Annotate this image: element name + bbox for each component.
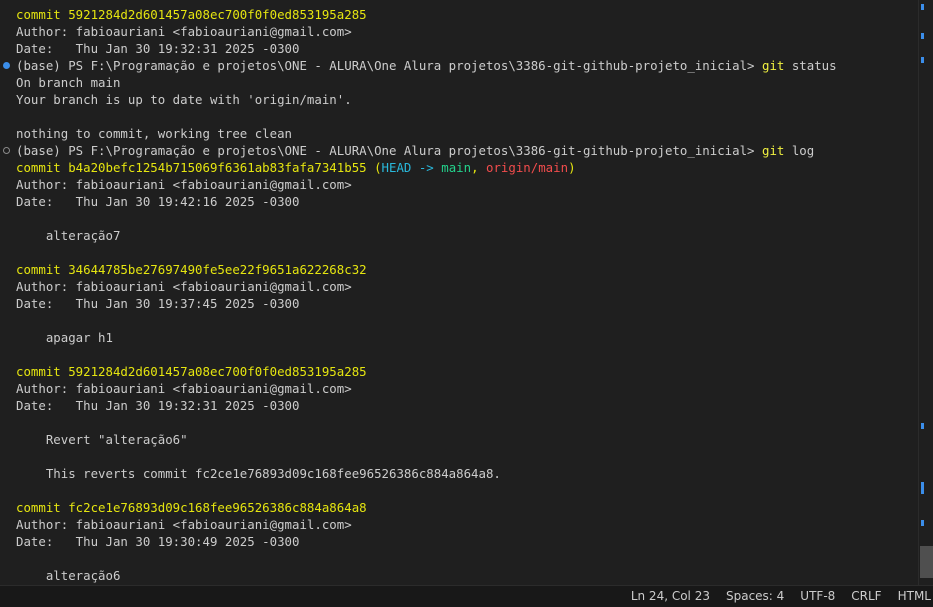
- terminal-text: Date: Thu Jan 30 19:30:49 2025 -0300: [16, 534, 300, 549]
- terminal-text: log: [784, 143, 815, 158]
- terminal-line: alteração7: [0, 227, 918, 244]
- terminal-line: Revert "alteração6": [0, 431, 918, 448]
- scrollbar-marker: [921, 4, 924, 10]
- terminal-line: Date: Thu Jan 30 19:42:16 2025 -0300: [0, 193, 918, 210]
- terminal-line: (base) PS F:\Programação e projetos\ONE …: [0, 142, 918, 159]
- terminal-text: Date: Thu Jan 30 19:32:31 2025 -0300: [16, 41, 300, 56]
- terminal-line: Date: Thu Jan 30 19:32:31 2025 -0300: [0, 397, 918, 414]
- command-success-icon[interactable]: [3, 62, 10, 69]
- scrollbar-marker: [921, 57, 924, 63]
- scrollbar-marker: [921, 482, 924, 494]
- terminal-line: Date: Thu Jan 30 19:32:31 2025 -0300: [0, 40, 918, 57]
- terminal-line: Author: fabioauriani <fabioauriani@gmail…: [0, 380, 918, 397]
- scrollbar-marker: [921, 423, 924, 429]
- terminal-text: status: [784, 58, 837, 73]
- scrollbar-marker: [921, 520, 924, 526]
- terminal-text: Author: fabioauriani <fabioauriani@gmail…: [16, 24, 352, 39]
- terminal-line: commit fc2ce1e76893d09c168fee96526386c88…: [0, 499, 918, 516]
- terminal-line: (base) PS F:\Programação e projetos\ONE …: [0, 57, 918, 74]
- terminal-line: On branch main: [0, 74, 918, 91]
- terminal-text: git: [761, 58, 785, 73]
- terminal-line: commit 5921284d2d601457a08ec700f0f0ed853…: [0, 363, 918, 380]
- terminal-line: alteração6: [0, 567, 918, 584]
- terminal-text: Date: Thu Jan 30 19:42:16 2025 -0300: [16, 194, 300, 209]
- terminal-text: Date: Thu Jan 30 19:32:31 2025 -0300: [16, 398, 300, 413]
- terminal-text: This reverts commit fc2ce1e76893d09c168f…: [16, 466, 501, 481]
- terminal-text: Author: fabioauriani <fabioauriani@gmail…: [16, 381, 352, 396]
- terminal-text: Your branch is up to date with 'origin/m…: [16, 92, 352, 107]
- terminal-line: Author: fabioauriani <fabioauriani@gmail…: [0, 176, 918, 193]
- terminal-text: ): [568, 160, 576, 175]
- terminal-text: Date: Thu Jan 30 19:37:45 2025 -0300: [16, 296, 300, 311]
- command-pending-icon[interactable]: [3, 147, 10, 154]
- terminal-line: apagar h1: [0, 329, 918, 346]
- terminal-text: commit 5921284d2d601457a08ec700f0f0ed853…: [16, 364, 367, 379]
- terminal-text: (: [374, 160, 382, 175]
- terminal-text: commit 5921284d2d601457a08ec700f0f0ed853…: [16, 7, 367, 22]
- terminal-line: commit 34644785be27697490fe5ee22f9651a62…: [0, 261, 918, 278]
- terminal-text: commit 34644785be27697490fe5ee22f9651a62…: [16, 262, 367, 277]
- terminal-text: Author: fabioauriani <fabioauriani@gmail…: [16, 517, 352, 532]
- terminal-text: apagar h1: [16, 330, 113, 345]
- terminal-text: Revert "alteração6": [16, 432, 188, 447]
- terminal-output: commit 5921284d2d601457a08ec700f0f0ed853…: [0, 6, 918, 584]
- scrollbar-marker: [921, 33, 924, 39]
- end-of-line-setting[interactable]: CRLF: [843, 586, 889, 607]
- terminal-text: alteração6: [16, 568, 121, 583]
- terminal-line: commit b4a20befc1254b715069f6361ab83fafa…: [0, 159, 918, 176]
- terminal-text: main: [441, 160, 472, 175]
- terminal-text: commit b4a20befc1254b715069f6361ab83fafa…: [16, 160, 375, 175]
- terminal-text: On branch main: [16, 75, 121, 90]
- terminal-line: Author: fabioauriani <fabioauriani@gmail…: [0, 516, 918, 533]
- status-bar-right: Ln 24, Col 23 Spaces: 4 UTF-8 CRLF HTML: [623, 586, 933, 607]
- terminal-line: Date: Thu Jan 30 19:30:49 2025 -0300: [0, 533, 918, 550]
- terminal-text: ,: [471, 160, 486, 175]
- terminal-text: (base) PS F:\Programação e projetos\ONE …: [16, 58, 762, 73]
- indentation-setting[interactable]: Spaces: 4: [718, 586, 792, 607]
- terminal-line: commit 5921284d2d601457a08ec700f0f0ed853…: [0, 6, 918, 23]
- terminal-text: commit fc2ce1e76893d09c168fee96526386c88…: [16, 500, 367, 515]
- terminal-text: HEAD ->: [381, 160, 442, 175]
- encoding-setting[interactable]: UTF-8: [792, 586, 843, 607]
- terminal-text: Author: fabioauriani <fabioauriani@gmail…: [16, 177, 352, 192]
- status-bar: Ln 24, Col 23 Spaces: 4 UTF-8 CRLF HTML: [0, 585, 933, 607]
- scrollbar-thumb[interactable]: [920, 546, 933, 578]
- terminal-line: Date: Thu Jan 30 19:37:45 2025 -0300: [0, 295, 918, 312]
- terminal-text: nothing to commit, working tree clean: [16, 126, 293, 141]
- terminal-line: Your branch is up to date with 'origin/m…: [0, 91, 918, 108]
- cursor-position[interactable]: Ln 24, Col 23: [623, 586, 718, 607]
- terminal-text: alteração7: [16, 228, 121, 243]
- terminal-line: nothing to commit, working tree clean: [0, 125, 918, 142]
- terminal-text: Author: fabioauriani <fabioauriani@gmail…: [16, 279, 352, 294]
- terminal-line: Author: fabioauriani <fabioauriani@gmail…: [0, 23, 918, 40]
- terminal-text: git: [761, 143, 785, 158]
- terminal-scrollbar[interactable]: [918, 0, 933, 585]
- language-mode[interactable]: HTML: [890, 586, 933, 607]
- terminal-panel[interactable]: commit 5921284d2d601457a08ec700f0f0ed853…: [0, 0, 918, 585]
- terminal-text: (base) PS F:\Programação e projetos\ONE …: [16, 143, 762, 158]
- terminal-line: This reverts commit fc2ce1e76893d09c168f…: [0, 465, 918, 482]
- terminal-line: Author: fabioauriani <fabioauriani@gmail…: [0, 278, 918, 295]
- terminal-text: origin/main: [486, 160, 569, 175]
